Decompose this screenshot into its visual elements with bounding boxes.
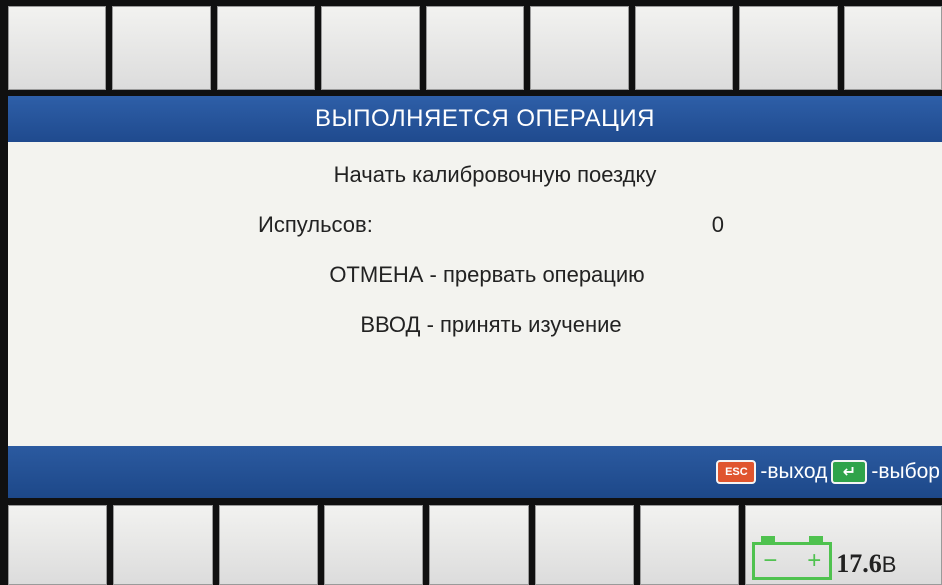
title-bar: ВЫПОЛНЯЕТСЯ ОПЕРАЦИЯ [8,96,942,142]
battery-status-cell: − + 17.6В [745,505,942,585]
softkey-bottom-3[interactable] [218,505,318,585]
softkey-bottom-1[interactable] [8,505,108,585]
pulse-count-value: 0 [711,212,724,237]
instruction-cancel: ОТМЕНА - прервать операцию [329,262,645,287]
softkey-bottom-7[interactable] [639,505,740,585]
softkey-bottom-5[interactable] [429,505,529,585]
pulse-count-row: Испульсов: 0 [258,212,724,240]
enter-hint-label: -выбор [871,460,940,483]
top-softkey-row [8,6,942,90]
battery-voltage-unit: В [881,552,897,577]
softkey-top-3[interactable] [216,6,316,90]
softkey-top-4[interactable] [321,6,420,90]
operation-panel: Начать калибровочную поездку Испульсов: … [8,142,942,446]
enter-key-icon[interactable]: ↵ [831,460,868,484]
softkey-top-5[interactable] [425,6,525,90]
terminal-screen: ВЫПОЛНЯЕТСЯ ОПЕРАЦИЯ Начать калибровочну… [0,0,942,585]
battery-icon: − + [752,536,833,580]
softkey-bottom-6[interactable] [534,505,634,585]
battery-indicator: − + 17.6В [752,524,896,580]
status-bar: ESC -выход ↵ -выбор [8,446,942,498]
softkey-top-1[interactable] [8,6,107,90]
key-hints: ESC -выход ↵ -выбор [716,458,940,486]
softkey-top-2[interactable] [112,6,211,90]
page-title: ВЫПОЛНЯЕТСЯ ОПЕРАЦИЯ [315,105,655,132]
softkey-top-9[interactable] [843,6,942,90]
battery-voltage-value: 17.6 [836,549,882,578]
softkey-bottom-2[interactable] [113,505,213,585]
softkey-top-8[interactable] [739,6,838,90]
esc-hint-label: -выход [760,460,828,483]
softkey-top-7[interactable] [634,6,734,90]
pulse-count-label: Испульсов: [258,212,373,237]
instruction-enter: ВВОД - принять изучение [360,312,622,337]
softkey-top-6[interactable] [530,6,629,90]
instruction-start-calibration: Начать калибровочную поездку [333,162,657,187]
esc-key-icon[interactable]: ESC [716,460,757,484]
battery-voltage: 17.6В [836,549,896,580]
bottom-softkey-row: − + 17.6В [8,505,942,585]
softkey-bottom-4[interactable] [323,505,424,585]
